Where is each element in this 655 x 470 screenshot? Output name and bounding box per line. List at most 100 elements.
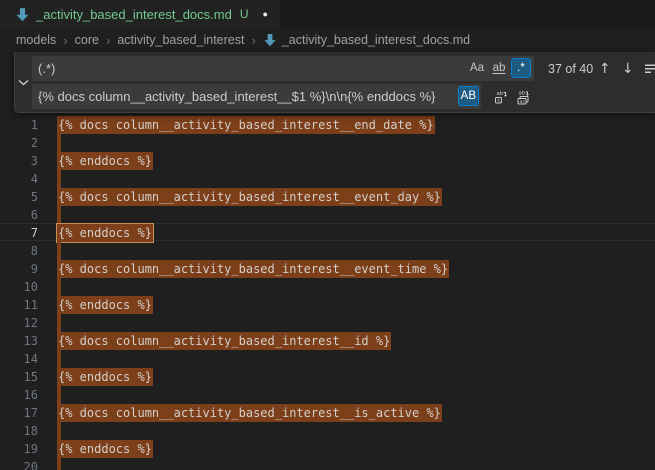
find-row: (.*) Aa ab .* 37 of 40 ↑ ↓ [32,56,651,81]
whole-word-toggle[interactable]: ab [489,58,509,78]
editor-line[interactable]: 3 {% enddocs %} [0,152,655,170]
find-in-selection-button[interactable] [639,58,655,80]
find-match-empty-highlight [57,314,61,332]
line-number: 20 [0,458,38,470]
svg-text:c: c [497,97,500,103]
breadcrumb: models › core › activity_based_interest … [0,28,655,52]
find-widget-rows: (.*) Aa ab .* 37 of 40 ↑ ↓ [32,52,655,112]
line-number: 7 [0,224,38,242]
line-content [38,314,61,332]
regex-toggle[interactable]: .* [511,58,531,78]
find-match-empty-highlight [57,170,61,188]
replace-buttons: ab c ab [489,86,535,108]
line-number: 14 [0,350,38,368]
editor-line[interactable]: 16 [0,386,655,404]
replace-button[interactable]: ab c [489,86,512,108]
breadcrumb-item-activity-based-interest[interactable]: activity_based_interest [117,33,244,47]
find-replace-widget: (.*) Aa ab .* 37 of 40 ↑ ↓ [14,52,655,113]
line-content [38,242,61,260]
editor-line[interactable]: 6 [0,206,655,224]
find-match-highlight: {% enddocs %} [57,224,153,242]
find-match-highlight: {% docs column__activity_based_interest_… [57,188,442,206]
line-number: 1 [0,116,38,134]
line-content: {% docs column__activity_based_interest_… [38,404,442,422]
markdown-file-icon [15,7,30,22]
line-content [38,134,61,152]
next-match-button[interactable]: ↓ [616,58,639,80]
editor-line[interactable]: 1 {% docs column__activity_based_interest… [0,116,655,134]
line-content: {% enddocs %} [38,224,153,242]
svg-text:ab: ab [496,91,503,97]
find-match-empty-highlight [57,350,61,368]
line-number: 10 [0,278,38,296]
find-match-highlight: {% enddocs %} [57,368,153,386]
editor-line[interactable]: 4 [0,170,655,188]
editor-line[interactable]: 5{% docs column__activity_based_interest… [0,188,655,206]
editor-line[interactable]: 2 [0,134,655,152]
find-options: Aa ab .* [467,58,531,78]
breadcrumb-item-core[interactable]: core [75,33,99,47]
find-match-highlight: {% docs column__activity_based_interest_… [57,116,435,134]
editor-line[interactable]: 19{% enddocs %} [0,440,655,458]
tab-bar: _activity_based_interest_docs.md U ● [0,0,655,28]
tab-title: _activity_based_interest_docs.md [36,7,232,22]
editor-lines: 1 {% docs column__activity_based_interest… [0,116,655,470]
toggle-replace-chevron-icon[interactable] [15,52,32,112]
line-content [38,386,61,404]
vscode-window: _activity_based_interest_docs.md U ● mod… [0,0,655,470]
breadcrumb-item-file[interactable]: _activity_based_interest_docs.md [263,33,470,47]
line-number: 9 [0,260,38,278]
editor-line[interactable]: 14 [0,350,655,368]
replace-row: {% docs column__activity_based_interest_… [32,84,651,109]
replace-all-button[interactable]: ab ac [512,86,535,108]
editor-line[interactable]: 13 {% docs column__activity_based_interes… [0,332,655,350]
unsaved-changes-dot[interactable]: ● [263,10,268,19]
find-input[interactable]: (.*) Aa ab .* [32,56,534,81]
find-match-empty-highlight [57,206,61,224]
line-number: 16 [0,386,38,404]
find-match-highlight: {% docs column__activity_based_interest_… [57,332,391,350]
find-match-empty-highlight [57,242,61,260]
find-match-empty-highlight [57,278,61,296]
line-content [38,206,61,224]
editor-line[interactable]: 15{% enddocs %} [0,368,655,386]
replace-icon: ab c [493,89,509,105]
line-number: 2 [0,134,38,152]
find-match-empty-highlight [57,458,61,470]
editor-area[interactable]: 1 {% docs column__activity_based_interest… [0,52,655,470]
editor-line[interactable]: 8 [0,242,655,260]
line-number: 8 [0,242,38,260]
editor-line[interactable]: 10 [0,278,655,296]
find-match-highlight: {% enddocs %} [57,296,153,314]
editor-line[interactable]: 12 [0,314,655,332]
line-number: 18 [0,422,38,440]
line-number: 3 [0,152,38,170]
replace-input[interactable]: {% docs column__activity_based_interest_… [32,84,481,109]
editor-line[interactable]: 11{% enddocs %} [0,296,655,314]
line-number: 13 [0,332,38,350]
find-match-highlight: {% enddocs %} [57,152,153,170]
match-case-toggle[interactable]: Aa [467,58,487,78]
breadcrumb-item-models[interactable]: models [16,33,56,47]
line-content: {% docs column__activity_based_interest_… [38,116,435,134]
tab-activity-based-interest-docs[interactable]: _activity_based_interest_docs.md U ● [0,0,281,28]
breadcrumb-separator: › [106,33,110,48]
preserve-case-toggle[interactable]: AB [458,86,479,106]
editor-line[interactable]: 9{% docs column__activity_based_interest… [0,260,655,278]
editor-line[interactable]: 7 {% enddocs %} [0,224,655,242]
line-content [38,170,61,188]
svg-text:ac: ac [519,99,525,104]
line-content: {% enddocs %} [38,368,153,386]
previous-match-button[interactable]: ↑ [593,58,616,80]
line-content: {% enddocs %} [38,296,153,314]
find-nav-buttons: ↑ ↓ × [593,58,655,80]
editor-line[interactable]: 18 [0,422,655,440]
editor-line[interactable]: 17 {% docs column__activity_based_interes… [0,404,655,422]
line-number: 17 [0,404,38,422]
editor-line[interactable]: 20 [0,458,655,470]
replace-all-icon: ab ac [516,89,532,105]
find-match-empty-highlight [57,422,61,440]
find-match-highlight: {% docs column__activity_based_interest_… [57,404,442,422]
line-content: {% docs column__activity_based_interest_… [38,332,391,350]
breadcrumb-file-label: _activity_based_interest_docs.md [282,33,470,47]
